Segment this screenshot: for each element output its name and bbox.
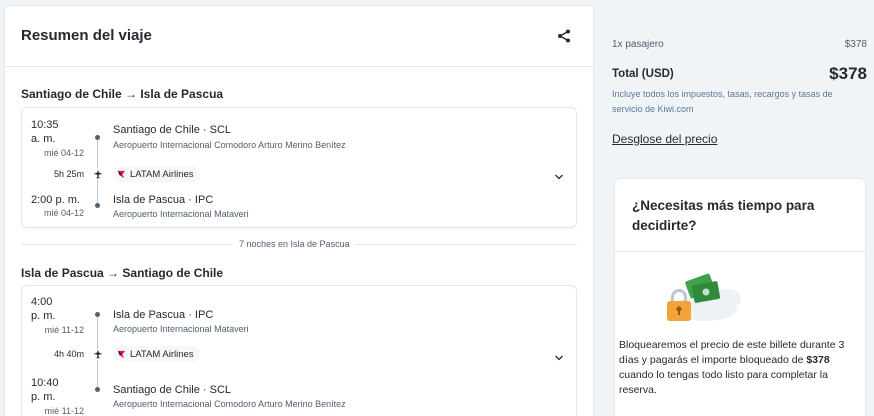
promo-text-part: cuando lo tengas todo listo para complet… bbox=[619, 369, 828, 396]
trip-summary-card: Resumen del viaje Santiago de Chile → Is… bbox=[4, 5, 594, 416]
arrival-ampm: p. m. bbox=[31, 391, 56, 403]
arrival-airport: Aeropuerto Internacional Mataveri bbox=[113, 209, 249, 219]
locked-price: $378 bbox=[806, 354, 830, 366]
arrival-dot bbox=[95, 387, 100, 392]
departure-date: mié 11-12 bbox=[44, 325, 84, 335]
airline-name: LATAM Airlines bbox=[130, 348, 194, 360]
share-icon[interactable] bbox=[557, 29, 571, 43]
price-breakdown-link[interactable]: Desglose del precio bbox=[612, 132, 717, 146]
tax-note: Incluye todos los impuestos, tasas, reca… bbox=[612, 89, 833, 114]
arrival-place: Isla de Pascua · IPC bbox=[113, 194, 214, 206]
arrival-airport: Aeropuerto Internacional Comodoro Arturo… bbox=[113, 399, 346, 409]
timeline-line bbox=[97, 180, 98, 203]
card-header: Resumen del viaje bbox=[5, 6, 593, 67]
departure-place: Isla de Pascua · IPC bbox=[113, 309, 214, 321]
inbound-route-title: Isla de Pascua → Santiago de Chile bbox=[21, 266, 224, 280]
arrival-place: Santiago de Chile · SCL bbox=[113, 384, 232, 396]
latam-logo-icon bbox=[117, 170, 126, 178]
flight-duration: 5h 25m bbox=[53, 169, 84, 179]
departure-place: Santiago de Chile · SCL bbox=[113, 124, 232, 136]
arrival-date: mié 04-12 bbox=[43, 208, 84, 218]
chevron-down-icon[interactable] bbox=[554, 353, 564, 363]
total-label: Total (USD) bbox=[612, 68, 674, 80]
timeline-line bbox=[97, 317, 98, 349]
plane-icon bbox=[93, 349, 103, 359]
airline-badge: LATAM Airlines bbox=[113, 346, 200, 362]
airline-name: LATAM Airlines bbox=[130, 168, 194, 180]
promo-divider bbox=[615, 251, 865, 252]
passengers-label: 1x pasajero bbox=[612, 39, 664, 50]
arrival-dot bbox=[95, 203, 100, 208]
total-price: $378 bbox=[829, 64, 867, 83]
flight-duration: 4h 40m bbox=[53, 349, 84, 359]
outbound-route-title: Santiago de Chile → Isla de Pascua bbox=[21, 87, 224, 101]
price-lock-illustration-icon bbox=[667, 273, 741, 321]
timeline-line bbox=[97, 360, 98, 387]
price-lock-description: Bloquearemos el precio de este billete d… bbox=[619, 338, 855, 398]
airline-badge: LATAM Airlines bbox=[113, 166, 200, 182]
departure-date: mié 04-12 bbox=[43, 148, 84, 158]
departure-time: 4:00 bbox=[31, 296, 53, 308]
departure-airport: Aeropuerto Internacional Comodoro Arturo… bbox=[113, 140, 346, 150]
departure-airport: Aeropuerto Internacional Mataveri bbox=[113, 324, 249, 334]
chevron-down-icon[interactable] bbox=[554, 172, 564, 182]
departure-ampm: p. m. bbox=[31, 310, 56, 322]
price-lock-card: ¿Necesitas más tiempo para decidirte? Bl… bbox=[614, 178, 866, 416]
arrival-date: mié 11-12 bbox=[44, 406, 84, 416]
departure-time: 10:35 bbox=[31, 119, 59, 131]
price-lock-title: ¿Necesitas más tiempo para decidirte? bbox=[632, 198, 815, 233]
outbound-segment[interactable]: 10:35 a. m. mié 04-12 Santiago de Chile … bbox=[21, 107, 577, 228]
inbound-segment[interactable]: 4:00 p. m. mié 11-12 Isla de Pascua · IP… bbox=[21, 285, 577, 416]
timeline-line bbox=[97, 140, 98, 168]
trip-summary-title: Resumen del viaje bbox=[21, 27, 152, 44]
arrival-time: 10:40 bbox=[31, 377, 59, 389]
latam-logo-icon bbox=[117, 350, 126, 358]
departure-ampm: a. m. bbox=[31, 133, 56, 145]
plane-icon bbox=[93, 169, 103, 179]
nights-label: 7 noches en Isla de Pascua bbox=[233, 239, 356, 249]
arrival-time: 2:00 p. m. bbox=[31, 194, 80, 206]
passengers-price: $378 bbox=[844, 39, 867, 50]
